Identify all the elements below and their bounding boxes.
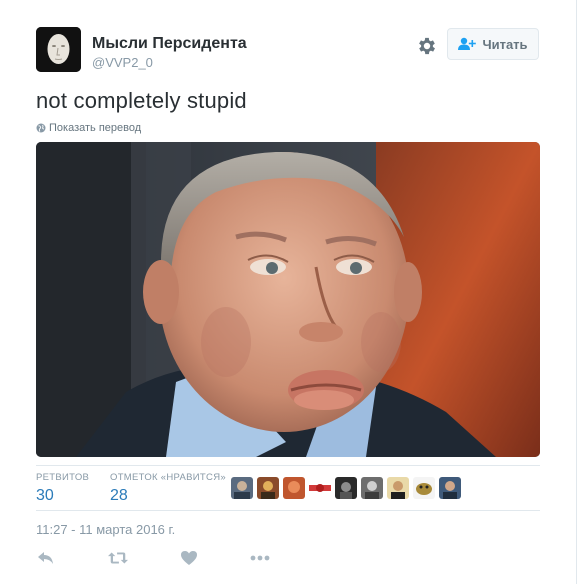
translate-label: Показать перевод [49, 122, 142, 134]
likes-count: 28 [110, 487, 128, 504]
user-handle[interactable]: @VVP2_0 [92, 55, 153, 70]
retweets-stat[interactable]: РЕТВИТОВ 30 [36, 472, 89, 505]
like-icon[interactable] [179, 550, 199, 566]
gear-icon[interactable] [416, 35, 438, 57]
divider [36, 510, 540, 511]
follow-button[interactable]: Читать [447, 28, 539, 60]
liker-avatar[interactable] [257, 477, 279, 499]
likes-stat[interactable]: ОТМЕТОК «НРАВИТСЯ» 28 [110, 472, 226, 505]
tweet-card: Мысли Персидента @VVP2_0 Читать not comp… [0, 0, 577, 584]
reply-icon[interactable] [36, 550, 56, 566]
likes-label: ОТМЕТОК «НРАВИТСЯ» [110, 472, 226, 483]
liker-avatar[interactable] [335, 477, 357, 499]
liker-avatar[interactable] [283, 477, 305, 499]
liker-avatar[interactable] [413, 477, 435, 499]
tweet-timestamp[interactable]: 11:27 - 11 марта 2016 г. [36, 522, 175, 537]
user-name[interactable]: Мысли Персидента [92, 35, 247, 53]
liker-avatar[interactable] [309, 477, 331, 499]
retweet-icon[interactable] [108, 550, 128, 566]
follow-label: Читать [482, 36, 528, 52]
globe-icon [36, 123, 46, 133]
photo-image [36, 142, 540, 457]
avatar-image [36, 27, 81, 72]
tweet-text: not completely stupid [36, 88, 247, 113]
translate-link[interactable]: Показать перевод [36, 122, 141, 134]
more-icon[interactable] [250, 550, 270, 566]
avatar[interactable] [36, 27, 81, 72]
tweet-photo[interactable] [36, 142, 540, 457]
liker-avatar[interactable] [361, 477, 383, 499]
liker-avatar[interactable] [387, 477, 409, 499]
liker-avatar[interactable] [439, 477, 461, 499]
retweets-count: 30 [36, 487, 54, 504]
divider [36, 465, 540, 466]
retweets-label: РЕТВИТОВ [36, 472, 90, 483]
likers-list [231, 477, 461, 499]
tweet-actions [36, 550, 270, 566]
add-user-icon [458, 37, 477, 50]
liker-avatar[interactable] [231, 477, 253, 499]
